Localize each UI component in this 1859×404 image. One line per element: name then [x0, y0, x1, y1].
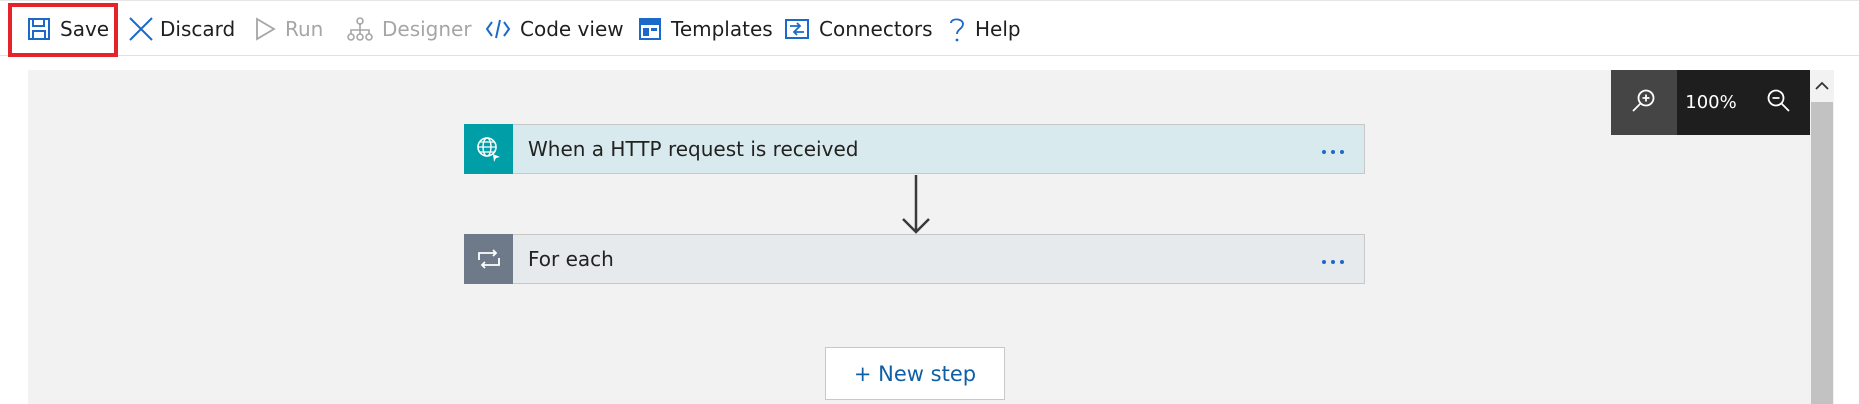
designer-label: Designer — [382, 17, 472, 41]
connectors-label: Connectors — [819, 17, 933, 41]
loop-icon — [464, 234, 513, 284]
scroll-up-button[interactable] — [1811, 74, 1833, 96]
discard-icon — [128, 16, 154, 42]
save-icon — [27, 17, 51, 41]
trigger-card-http-request[interactable]: When a HTTP request is received — [464, 124, 1365, 174]
code-icon — [485, 18, 511, 40]
chevron-up-icon — [1815, 76, 1829, 95]
zoom-level-value: 100% — [1685, 92, 1737, 113]
run-button[interactable]: Run — [254, 1, 323, 57]
templates-icon — [638, 17, 662, 41]
save-button[interactable]: Save — [27, 1, 109, 57]
new-step-button[interactable]: + New step — [825, 347, 1005, 400]
ellipsis-icon — [1321, 250, 1345, 269]
code-view-button[interactable]: Code view — [485, 1, 624, 57]
zoom-controls: 100% — [1611, 70, 1810, 135]
help-icon — [948, 15, 966, 43]
trigger-card-title: When a HTTP request is received — [528, 137, 859, 161]
code-view-label: Code view — [520, 17, 624, 41]
ellipsis-icon — [1321, 140, 1345, 159]
save-label: Save — [60, 17, 110, 41]
connector-arrow-icon — [902, 175, 930, 234]
zoom-out-icon — [1765, 88, 1791, 118]
play-icon — [254, 17, 276, 41]
vertical-scrollbar-thumb[interactable] — [1811, 102, 1833, 404]
connectors-button[interactable]: Connectors — [784, 1, 933, 57]
action-card-for-each[interactable]: For each — [464, 234, 1365, 284]
run-label: Run — [285, 17, 324, 41]
zoom-in-icon — [1631, 88, 1657, 118]
more-options-button[interactable] — [1318, 125, 1348, 173]
templates-button[interactable]: Templates — [638, 1, 773, 57]
action-card-title: For each — [528, 247, 614, 271]
discard-label: Discard — [160, 17, 236, 41]
http-request-globe-icon — [464, 124, 513, 174]
more-options-button[interactable] — [1318, 235, 1348, 283]
connectors-icon — [784, 17, 810, 41]
command-bar: Save Discard Run Designer Code view Temp… — [0, 0, 1859, 57]
help-button[interactable]: Help — [948, 1, 1021, 57]
zoom-out-button[interactable] — [1745, 70, 1810, 135]
designer-button[interactable]: Designer — [347, 1, 472, 57]
help-label: Help — [975, 17, 1021, 41]
designer-icon — [347, 16, 373, 42]
templates-label: Templates — [671, 17, 773, 41]
discard-button[interactable]: Discard — [128, 1, 235, 57]
zoom-in-button[interactable] — [1611, 70, 1677, 135]
